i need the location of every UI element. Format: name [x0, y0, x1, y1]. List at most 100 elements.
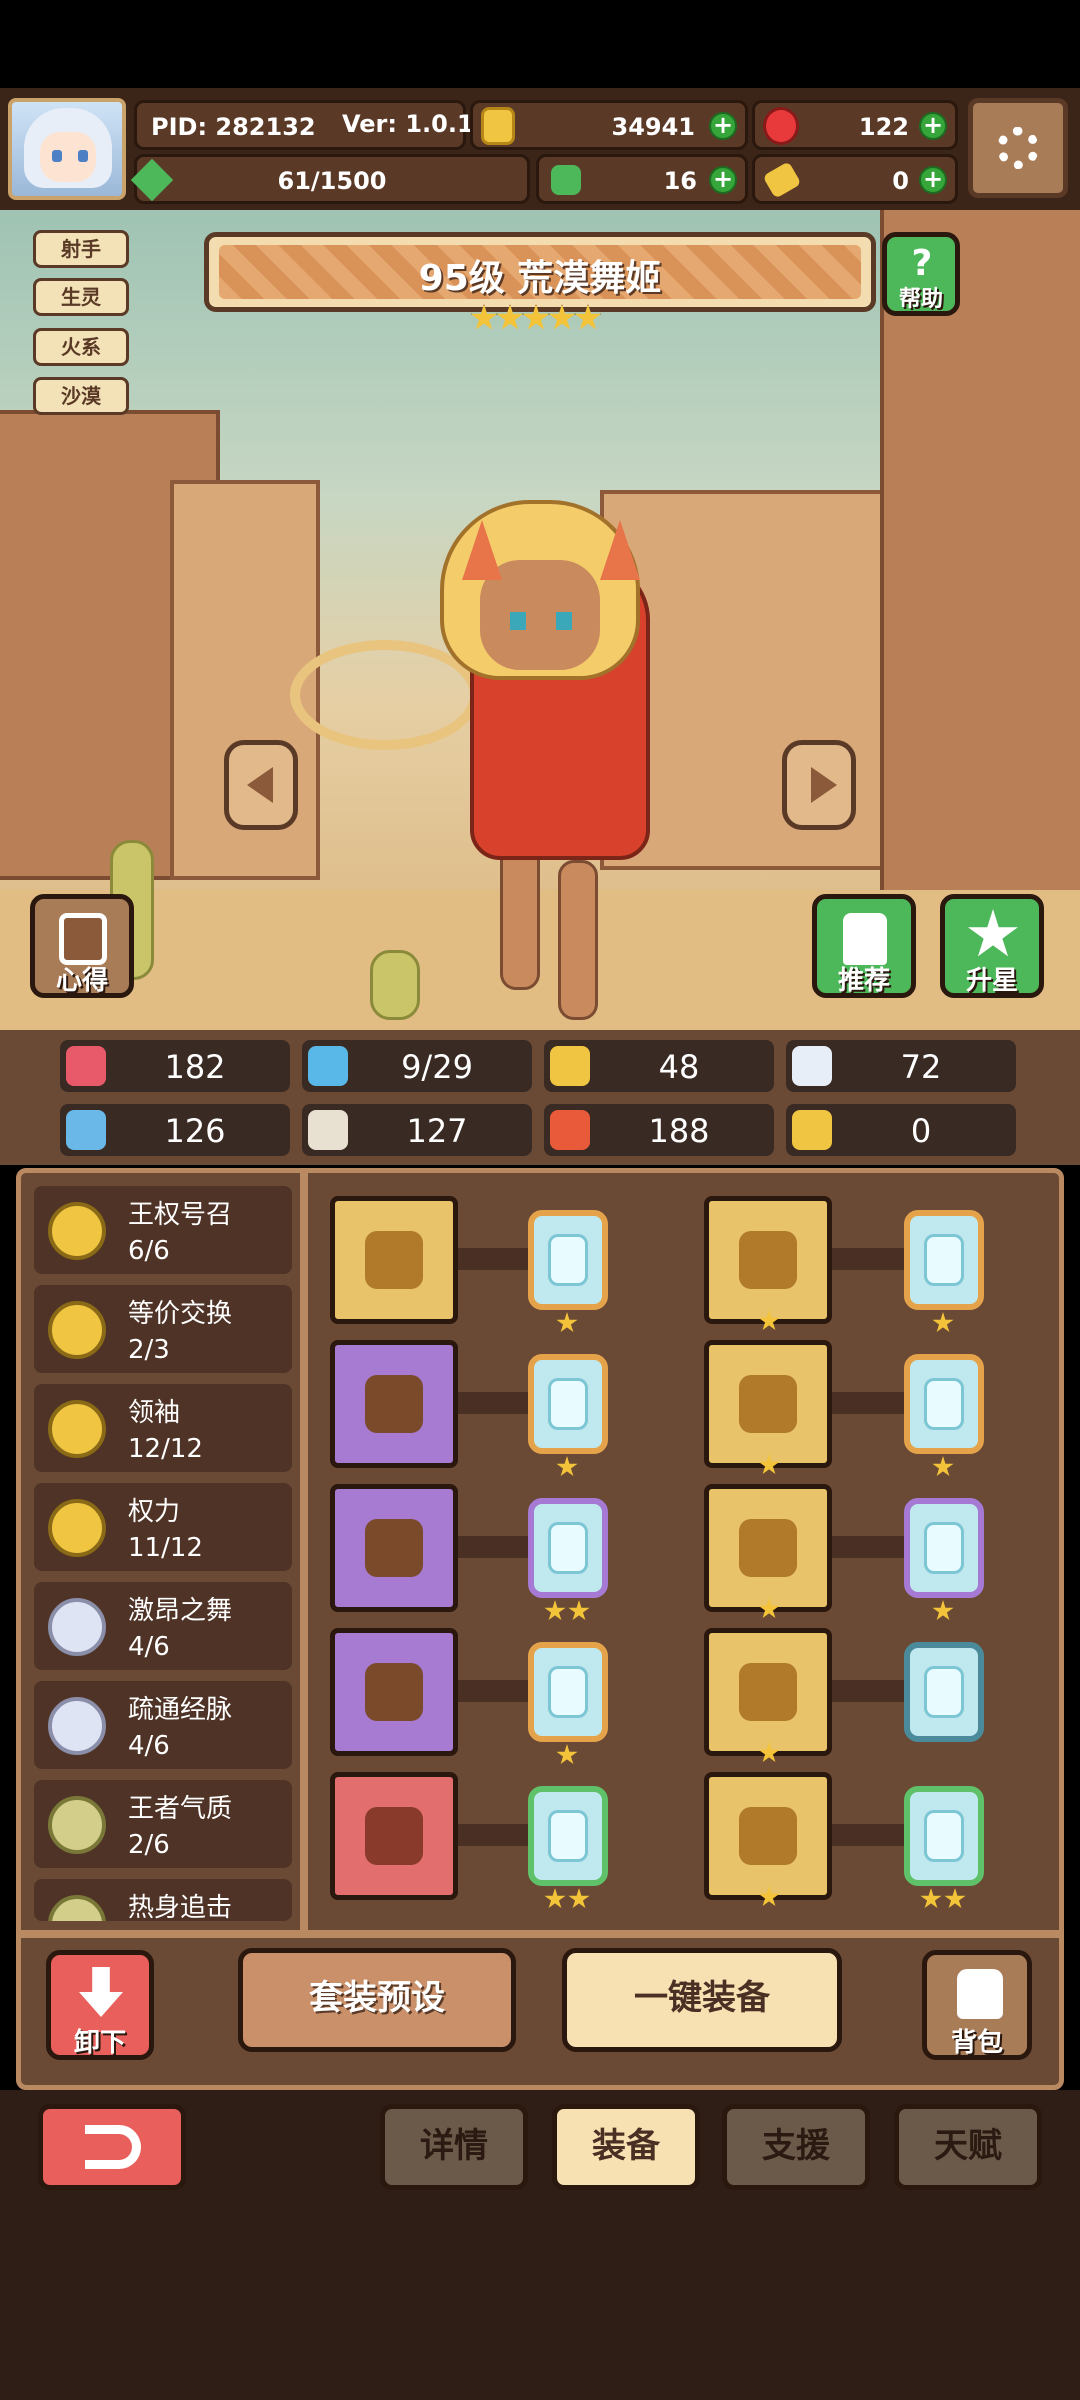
star-icon — [522, 304, 550, 330]
slot-connector — [458, 1824, 528, 1846]
gold-counter: 34941 + — [470, 100, 748, 150]
set-bonus-item[interactable]: 疏通经脉 4/6 — [34, 1681, 292, 1769]
stat-value: 126 — [164, 1112, 226, 1150]
key-counter: 0 + — [752, 154, 958, 204]
stat-box: 48 — [544, 1040, 774, 1092]
hero-star-rating — [470, 302, 610, 338]
notes-button[interactable]: 心得 — [30, 894, 134, 998]
hero-name-banner: 95级 荒漠舞姬 — [204, 232, 876, 312]
add-gem-icon[interactable]: + — [919, 112, 947, 140]
notes-icon — [59, 913, 107, 965]
clover-icon — [551, 165, 581, 195]
stat-value: 72 — [900, 1048, 942, 1086]
arrow-right-icon — [811, 767, 837, 803]
set-preset-button[interactable]: 套装预设 — [238, 1948, 516, 2052]
set-bonus-item[interactable]: 热身追击 — [34, 1879, 292, 1921]
set-count: 4/6 — [128, 1731, 170, 1761]
rune-socket[interactable] — [528, 1498, 608, 1598]
clover-amount: 16 — [663, 167, 697, 195]
set-bonus-item[interactable]: 激昂之舞 4/6 — [34, 1582, 292, 1670]
stat-box: 127 — [302, 1104, 532, 1156]
stat-value: 127 — [406, 1112, 468, 1150]
recommend-button[interactable]: 推荐 — [812, 894, 916, 998]
add-clover-icon[interactable]: + — [709, 166, 737, 194]
slot-connector — [458, 1680, 528, 1702]
tag-terrain: 沙漠 — [33, 377, 129, 415]
add-key-icon[interactable]: + — [919, 166, 947, 194]
tab-details[interactable]: 详情 — [380, 2104, 528, 2190]
key-icon — [762, 161, 802, 199]
spiked-ring-icon — [739, 1519, 797, 1577]
set-name: 王者气质 — [128, 1794, 233, 1824]
shield-icon — [550, 1046, 590, 1086]
tab-support[interactable]: 支援 — [722, 2104, 870, 2190]
red-gem-icon — [763, 107, 799, 145]
wing-icon — [792, 1046, 832, 1086]
next-hero-arrow[interactable] — [782, 740, 856, 830]
set-bonus-item[interactable]: 王者气质 2/6 — [34, 1780, 292, 1868]
star-up-button[interactable]: 升星 — [940, 894, 1044, 998]
bag-button[interactable]: 背包 — [922, 1950, 1032, 2060]
equipment-slot[interactable] — [704, 1196, 832, 1324]
gold-amount: 34941 — [611, 113, 696, 141]
character-eye — [556, 612, 572, 630]
equipment-slot[interactable] — [704, 1340, 832, 1468]
unequip-button[interactable]: 卸下 — [46, 1950, 154, 2060]
rune-socket[interactable] — [904, 1498, 984, 1598]
star-icon — [470, 304, 498, 330]
slot-connector — [458, 1392, 528, 1414]
rune-socket[interactable] — [528, 1786, 608, 1886]
set-medal-icon — [48, 1796, 106, 1854]
rune-socket[interactable] — [904, 1786, 984, 1886]
set-count: 2/3 — [128, 1335, 170, 1365]
equipment-slot[interactable] — [704, 1772, 832, 1900]
rune-socket[interactable] — [904, 1210, 984, 1310]
equipment-slot[interactable] — [330, 1484, 458, 1612]
rune-gem-icon — [548, 1522, 588, 1574]
heart-necklace-icon — [365, 1519, 423, 1577]
back-button[interactable] — [38, 2104, 186, 2190]
heart-icon — [66, 1046, 106, 1086]
set-bonus-item[interactable]: 王权号召 6/6 — [34, 1186, 292, 1274]
equipment-slot[interactable] — [330, 1340, 458, 1468]
equipment-slot[interactable] — [330, 1628, 458, 1756]
equip-all-button[interactable]: 一键装备 — [562, 1948, 842, 2052]
horseshoe-icon — [792, 1110, 832, 1150]
set-bonus-item[interactable]: 领袖 12/12 — [34, 1384, 292, 1472]
rune-gem-icon — [548, 1378, 588, 1430]
rune-socket[interactable] — [904, 1354, 984, 1454]
star-up-icon — [968, 909, 1018, 957]
star-icon — [496, 304, 524, 330]
bag-label: 背包 — [950, 2028, 1003, 2058]
previous-hero-arrow[interactable] — [224, 740, 298, 830]
help-button[interactable]: ? 帮助 — [882, 232, 960, 316]
equipment-slot[interactable] — [704, 1484, 832, 1612]
set-bonus-item[interactable]: 权力 11/12 — [34, 1483, 292, 1571]
settings-gear-icon — [997, 127, 1039, 169]
add-gold-icon[interactable]: + — [709, 112, 737, 140]
set-bonus-item[interactable]: 等价交换 2/3 — [34, 1285, 292, 1373]
stat-value: 48 — [658, 1048, 700, 1086]
equipment-slot[interactable] — [704, 1628, 832, 1756]
panel-divider — [300, 1170, 308, 1930]
tab-talent[interactable]: 天赋 — [894, 2104, 1042, 2190]
set-name: 领袖 — [128, 1398, 181, 1428]
settings-button[interactable] — [968, 98, 1068, 198]
down-arrow-icon — [79, 1967, 123, 2017]
rune-gem-icon — [548, 1234, 588, 1286]
tab-equipment[interactable]: 装备 — [552, 2104, 700, 2190]
stat-value: 9/29 — [401, 1048, 473, 1086]
rune-socket[interactable] — [528, 1354, 608, 1454]
rune-gem-icon — [924, 1810, 964, 1862]
rune-socket[interactable] — [528, 1642, 608, 1742]
rune-socket[interactable] — [904, 1642, 984, 1742]
player-avatar[interactable] — [8, 98, 126, 200]
set-name: 热身追击 — [128, 1893, 233, 1921]
rune-socket[interactable] — [528, 1210, 608, 1310]
equipment-slot[interactable] — [330, 1196, 458, 1324]
equipment-slot[interactable] — [330, 1772, 458, 1900]
rune-gem-icon — [548, 1666, 588, 1718]
stat-box: 0 — [786, 1104, 1016, 1156]
set-medal-icon — [48, 1202, 106, 1260]
set-name: 权力 — [128, 1497, 181, 1527]
